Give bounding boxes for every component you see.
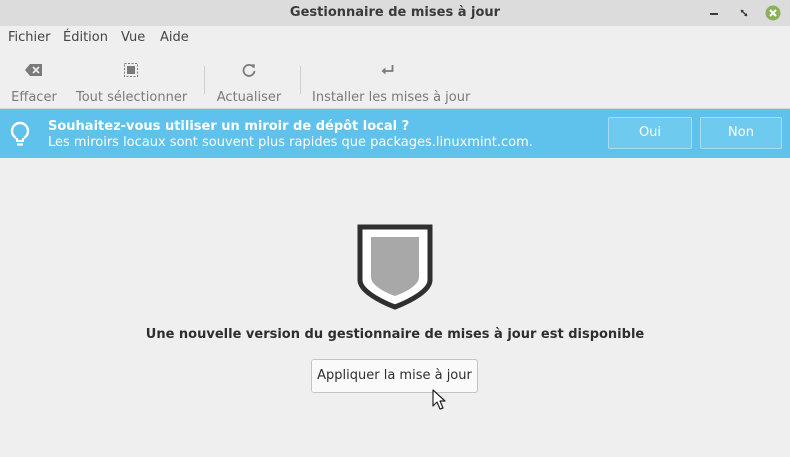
mouse-pointer-icon	[432, 389, 446, 410]
infobar-detail: Les miroirs locaux sont souvent plus rap…	[48, 135, 533, 150]
close-icon[interactable]	[764, 4, 782, 22]
backspace-icon	[25, 64, 42, 76]
select-all-label: Tout sélectionner	[76, 90, 188, 105]
update-available-message: Une nouvelle version du gestionnaire de …	[145, 327, 645, 342]
lightbulb-icon	[10, 121, 30, 146]
install-updates-button[interactable]: Installer les mises à jour	[312, 56, 471, 105]
window-title: Gestionnaire de mises à jour	[289, 5, 501, 20]
menu-aide[interactable]: Aide	[160, 30, 189, 45]
refresh-button[interactable]: Actualiser	[216, 56, 282, 105]
clear-label: Effacer	[11, 90, 57, 105]
menu-vue[interactable]: Vue	[121, 30, 145, 45]
title-bar: Gestionnaire de mises à jour	[0, 0, 790, 26]
no-button[interactable]: Non	[700, 117, 782, 149]
menu-bar: Fichier Édition Vue Aide	[0, 26, 790, 52]
select-all-icon	[124, 63, 138, 77]
main-panel: Une nouvelle version du gestionnaire de …	[0, 158, 790, 457]
apply-update-button[interactable]: Appliquer la mise à jour	[311, 359, 478, 393]
toolbar: Effacer Tout sélectionner Actualiser Ins…	[0, 52, 790, 109]
minimize-icon[interactable]	[705, 4, 723, 22]
refresh-label: Actualiser	[216, 90, 282, 105]
infobar-question: Souhaitez-vous utiliser un miroir de dép…	[48, 119, 410, 134]
shield-icon	[357, 224, 433, 310]
menu-fichier[interactable]: Fichier	[8, 30, 51, 45]
maximize-icon[interactable]	[735, 4, 753, 22]
yes-button[interactable]: Oui	[608, 117, 692, 149]
install-updates-label: Installer les mises à jour	[312, 90, 471, 105]
toolbar-separator	[204, 66, 205, 94]
menu-edition[interactable]: Édition	[63, 30, 108, 45]
mirror-infobar: Souhaitez-vous utiliser un miroir de dép…	[0, 109, 790, 158]
toolbar-separator	[300, 66, 301, 94]
clear-button[interactable]: Effacer	[8, 56, 60, 105]
enter-icon	[381, 65, 394, 75]
select-all-button[interactable]: Tout sélectionner	[76, 56, 188, 105]
refresh-icon	[242, 64, 256, 77]
